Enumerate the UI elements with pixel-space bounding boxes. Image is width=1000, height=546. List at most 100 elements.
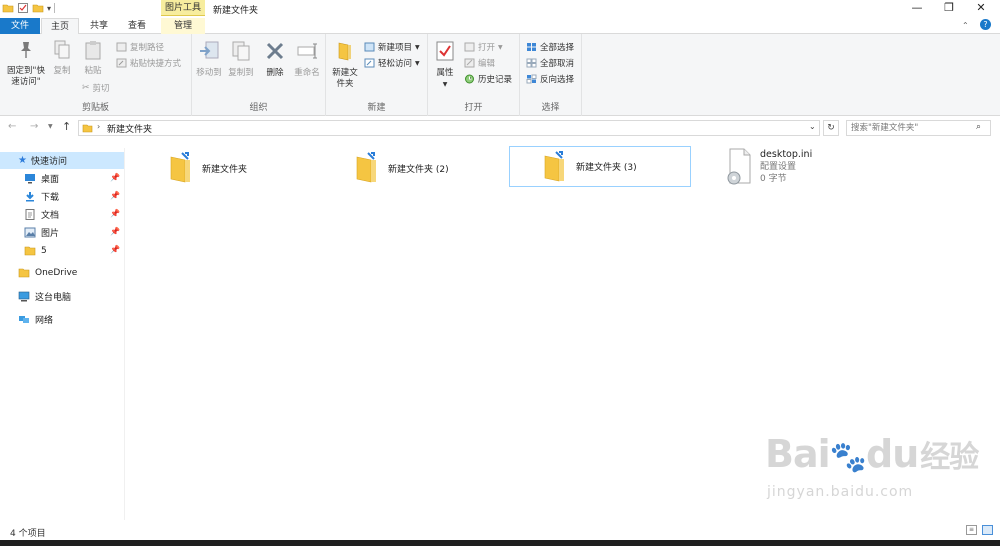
maximize-button[interactable]: ❐ [934, 0, 964, 16]
address-dropdown-icon[interactable]: ⌄ [809, 122, 816, 131]
open-icon [464, 42, 475, 52]
pin-icon[interactable]: 📌 [110, 209, 120, 218]
taskbar [0, 540, 1000, 546]
edit-button[interactable]: 编辑 [464, 56, 495, 70]
rename-button[interactable]: 重命名 [292, 40, 322, 79]
baidu-jingyan-watermark: Bai🐾du经验 jingyan.baidu.com [765, 432, 979, 528]
paste-shortcut-button[interactable]: 粘贴快捷方式 [116, 56, 181, 70]
nav-desktop[interactable]: 桌面 📌 [0, 170, 124, 187]
folder-icon[interactable] [2, 2, 14, 14]
refresh-icon[interactable]: ↻ [823, 120, 839, 136]
quick-access-toolbar: ▾ [2, 2, 56, 14]
nav-folder-5[interactable]: 5 📌 [0, 242, 124, 259]
edit-label: 编辑 [478, 59, 496, 69]
pin-icon[interactable]: 📌 [110, 245, 120, 254]
copy-path-button[interactable]: 复制路径 [116, 40, 164, 54]
pin-quick-access-button[interactable]: 固定到"快速访问" [4, 40, 48, 88]
details-view-icon[interactable]: ≡ [966, 525, 977, 535]
file-name: 新建文件夹 (2) [388, 164, 449, 175]
scissors-icon: ✂ [82, 83, 90, 93]
watermark-brand: Bai🐾du经验 [765, 432, 979, 480]
back-icon[interactable]: ← [8, 121, 16, 132]
recent-locations-icon[interactable]: ▼ [48, 123, 53, 130]
file-item-folder-3[interactable]: 新建文件夹 (3) [509, 146, 691, 187]
pin-icon [21, 42, 31, 58]
chevron-down-icon: ▼ [415, 43, 420, 51]
select-all-button[interactable]: 全部选择 [526, 40, 574, 54]
large-icons-view-icon[interactable] [982, 525, 993, 535]
copy-icon [54, 40, 70, 59]
pin-icon[interactable]: 📌 [110, 173, 120, 182]
open-button[interactable]: 打开 ▼ [464, 40, 503, 54]
properties-button[interactable]: 属性 ▼ [432, 40, 458, 90]
tab-manage[interactable]: 管理 [161, 18, 205, 34]
download-icon [26, 192, 34, 202]
minimize-button[interactable]: — [902, 0, 932, 16]
desktop-icon [25, 174, 35, 184]
nav-network[interactable]: 网络 [0, 311, 124, 328]
close-button[interactable]: ✕ [966, 0, 996, 16]
folder-icon [170, 152, 190, 183]
select-all-label: 全部选择 [540, 43, 575, 53]
invert-selection-button[interactable]: 反向选择 [526, 72, 574, 86]
edit-icon [464, 58, 475, 68]
search-icon[interactable]: ⌕ [976, 122, 981, 132]
folder-icon [356, 152, 376, 183]
help-icon[interactable]: ? [980, 19, 991, 30]
nav-quick-access[interactable]: ★ 快速访问 [0, 152, 124, 169]
tab-share[interactable]: 共享 [82, 18, 116, 34]
ribbon: 固定到"快速访问" 复制 粘贴 复制路径 粘贴快捷方式 ✂ 剪切 剪贴板 移动到 [0, 34, 1000, 116]
new-item-button[interactable]: 新建项目 ▼ [364, 40, 420, 54]
cut-button[interactable]: ✂ 剪切 [82, 81, 110, 95]
nav-onedrive[interactable]: OneDrive [0, 264, 124, 281]
copy-to-button[interactable]: 复制到 [226, 40, 256, 79]
file-details: desktop.ini 配置设置 0 字节 [760, 149, 812, 185]
tab-view[interactable]: 查看 [120, 18, 154, 34]
invert-selection-label: 反向选择 [540, 75, 575, 85]
easy-access-button[interactable]: 轻松访问 ▼ [364, 56, 420, 70]
clipboard-group: 固定到"快速访问" 复制 粘贴 复制路径 粘贴快捷方式 ✂ 剪切 剪贴板 [0, 34, 192, 116]
paste-shortcut-icon [116, 58, 127, 68]
new-folder-button[interactable]: 新建文件夹 [330, 40, 360, 90]
select-group-label: 选择 [541, 103, 560, 113]
cut-label: 剪切 [92, 84, 110, 94]
easy-access-label: 轻松访问 [378, 59, 413, 69]
move-to-button[interactable]: 移动到 [194, 40, 224, 79]
forward-icon[interactable]: → [30, 121, 38, 132]
file-item-folder-1[interactable]: 新建文件夹 [166, 148, 346, 188]
copy-path-icon [116, 42, 127, 52]
search-input[interactable]: 搜索"新建文件夹" [846, 120, 991, 136]
open-group-label: 打开 [464, 103, 483, 113]
properties-icon[interactable] [17, 2, 29, 14]
nav-pictures[interactable]: 图片 📌 [0, 224, 124, 241]
pin-icon[interactable]: 📌 [110, 191, 120, 200]
tab-file[interactable]: 文件 [0, 18, 40, 34]
nav-this-pc-label: 这台电脑 [35, 293, 72, 303]
address-field[interactable]: › 新建文件夹 ⌄ [78, 120, 820, 136]
collapse-ribbon-icon[interactable]: ⌃ [962, 21, 969, 30]
rename-label: 重命名 [294, 68, 320, 78]
folder-icon [24, 246, 36, 256]
nav-network-label: 网络 [35, 316, 54, 326]
file-item-desktop-ini[interactable]: desktop.ini 配置设置 0 字节 [722, 144, 902, 190]
watermark-brand-a: Bai [765, 432, 831, 476]
copy-to-label: 复制到 [228, 68, 254, 78]
copy-button[interactable]: 复制 [50, 40, 74, 77]
nav-downloads[interactable]: 下载 📌 [0, 188, 124, 205]
nav-this-pc[interactable]: 这台电脑 [0, 288, 124, 305]
breadcrumb-current[interactable]: 新建文件夹 [107, 122, 152, 135]
qat-divider [54, 3, 56, 13]
paste-button[interactable]: 粘贴 [80, 40, 106, 77]
tab-home[interactable]: 主页 [41, 18, 79, 35]
delete-button[interactable]: 删除 [262, 40, 288, 79]
pin-icon[interactable]: 📌 [110, 227, 120, 236]
history-icon [465, 74, 474, 84]
breadcrumb-separator-icon: › [97, 122, 101, 131]
history-button[interactable]: 历史记录 [464, 72, 512, 86]
new-folder-icon[interactable] [32, 2, 44, 14]
up-icon[interactable]: ↑ [62, 120, 71, 133]
select-none-button[interactable]: 全部取消 [526, 56, 574, 70]
file-item-folder-2[interactable]: 新建文件夹 (2) [352, 148, 532, 188]
nav-documents[interactable]: 文档 📌 [0, 206, 124, 223]
customize-qat-icon[interactable]: ▾ [47, 4, 51, 13]
